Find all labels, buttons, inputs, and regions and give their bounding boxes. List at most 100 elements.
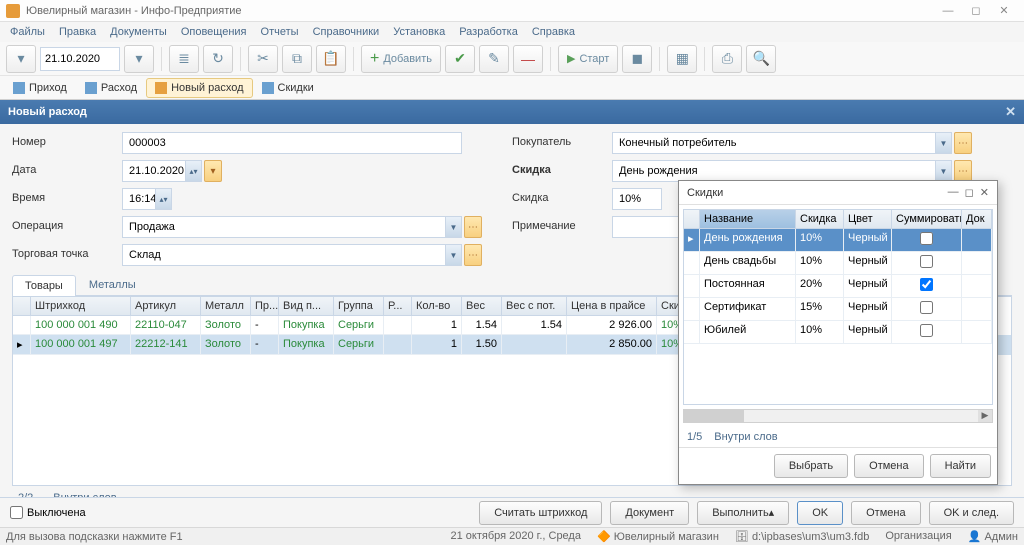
spinner-icon[interactable]: ▴▾ (185, 161, 201, 181)
chevron-down-icon[interactable]: ▼ (935, 133, 951, 153)
tab-prihod[interactable]: Приход (4, 78, 76, 98)
start-button[interactable]: ▶Старт (558, 45, 618, 73)
lookup-button[interactable]: ⋯ (954, 132, 972, 154)
tab-new-rashod[interactable]: Новый расход (146, 78, 252, 98)
status-hint: Для вызова подсказки нажмите F1 (6, 531, 183, 543)
status-date: 21 октября 2020 г., Среда (450, 530, 581, 543)
sum-checkbox[interactable] (920, 301, 933, 314)
lookup-button[interactable]: ⋯ (464, 244, 482, 266)
dialog-maximize-icon[interactable]: ◻ (965, 186, 974, 199)
menu-refs[interactable]: Справочники (313, 26, 380, 38)
cut-icon[interactable]: ✂ (248, 45, 278, 73)
close-button[interactable]: ✕ (990, 2, 1018, 20)
form-close-icon[interactable]: ✕ (1005, 104, 1016, 120)
dialog-footer: 1/5 Внутри слов (679, 427, 997, 447)
status-org: Организация (885, 530, 951, 543)
execute-button[interactable]: Выполнить ▴ (697, 501, 789, 525)
sum-checkbox[interactable] (920, 232, 933, 245)
delete-icon[interactable]: — (513, 45, 543, 73)
add-button[interactable]: +Добавить (361, 45, 441, 73)
tab-rashod[interactable]: Расход (76, 78, 146, 98)
label-buyer: Покупатель (512, 132, 602, 154)
field-operation[interactable]: Продажа▼ (122, 216, 462, 238)
sum-checkbox[interactable] (920, 278, 933, 291)
menu-dev[interactable]: Разработка (459, 26, 518, 38)
search-icon[interactable]: 🔍 (746, 45, 776, 73)
chevron-down-icon[interactable]: ▼ (445, 245, 461, 265)
apply-icon[interactable]: ✔ (445, 45, 475, 73)
read-barcode-button[interactable]: Считать штрихкод (479, 501, 602, 525)
refresh-icon[interactable]: ↻ (203, 45, 233, 73)
menu-alerts[interactable]: Оповещения (181, 26, 247, 38)
menu-docs[interactable]: Документы (110, 26, 167, 38)
cancel-button[interactable]: Отмена (851, 501, 920, 525)
spinner-icon[interactable]: ▴▾ (155, 189, 171, 209)
find-button[interactable]: Найти (930, 454, 991, 478)
filter-icon[interactable]: ▾ (6, 45, 36, 73)
sum-checkbox[interactable] (920, 324, 933, 337)
document-tabs: Приход Расход Новый расход Скидки (0, 76, 1024, 100)
dialog-row[interactable]: Постоянная20%Черный (684, 275, 992, 298)
field-date[interactable]: 21.10.2020▴▾ (122, 160, 202, 182)
col-article[interactable]: Артикул (131, 297, 201, 316)
minimize-button[interactable]: — (934, 2, 962, 20)
dialog-position: 1/5 (687, 431, 702, 443)
tab-icon (85, 82, 97, 94)
ok-next-button[interactable]: OK и след. (929, 501, 1014, 525)
maximize-button[interactable]: ◻ (962, 2, 990, 20)
status-user: 👤 Админ (968, 530, 1018, 543)
window-titlebar: Ювелирный магазин - Инфо-Предприятие — ◻… (0, 0, 1024, 22)
sum-checkbox[interactable] (920, 255, 933, 268)
tab-icon (155, 82, 167, 94)
tab-goods[interactable]: Товары (12, 275, 76, 296)
menu-files[interactable]: Файлы (10, 26, 45, 38)
calc-icon[interactable]: ▦ (667, 45, 697, 73)
app-icon (6, 4, 20, 18)
dialog-row[interactable]: День свадьбы10%Черный (684, 252, 992, 275)
dialog-titlebar: Скидки — ◻ ✕ (679, 181, 997, 205)
chevron-down-icon[interactable]: ▼ (445, 217, 461, 237)
lookup-button[interactable]: ⋯ (954, 160, 972, 182)
dialog-grid: Название Скидка Цвет Суммировать Док ▸ Д… (683, 209, 993, 405)
ok-button[interactable]: OK (797, 501, 843, 525)
toolbar-date[interactable]: 21.10.2020 (40, 47, 120, 71)
field-buyer[interactable]: Конечный потребитель▼ (612, 132, 952, 154)
print-icon[interactable]: ⎙ (712, 45, 742, 73)
field-time[interactable]: 16:14▴▾ (122, 188, 172, 210)
label-operation: Операция (12, 216, 112, 238)
dialog-row[interactable]: ▸ День рождения 10% Черный (684, 229, 992, 252)
dialog-cancel-button[interactable]: Отмена (854, 454, 923, 478)
menu-setup[interactable]: Установка (393, 26, 445, 38)
dialog-grid-header: Название Скидка Цвет Суммировать Док (684, 210, 992, 229)
field-point[interactable]: Склад▼ (122, 244, 462, 266)
date-picker-button[interactable]: ▾ (204, 160, 222, 182)
select-button[interactable]: Выбрать (774, 454, 848, 478)
lookup-button[interactable]: ⋯ (464, 216, 482, 238)
dropdown-icon[interactable]: ▾ (124, 45, 154, 73)
col-barcode[interactable]: Штрихкод (31, 297, 131, 316)
menu-reports[interactable]: Отчеты (261, 26, 299, 38)
off-checkbox[interactable]: Выключена (10, 506, 86, 519)
field-number[interactable]: 000003 (122, 132, 462, 154)
dialog-row[interactable]: Юбилей10%Черный (684, 321, 992, 344)
tab-metals[interactable]: Металлы (76, 274, 149, 295)
paste-icon[interactable]: 📋 (316, 45, 346, 73)
status-bar: Для вызова подсказки нажмите F1 21 октяб… (0, 527, 1024, 545)
dialog-hscrollbar[interactable]: ▶ (683, 409, 993, 423)
chevron-down-icon[interactable]: ▼ (935, 161, 951, 181)
dialog-buttons: Выбрать Отмена Найти (679, 447, 997, 484)
document-button[interactable]: Документ (610, 501, 689, 525)
dialog-minimize-icon[interactable]: — (948, 186, 959, 199)
stop-icon[interactable]: ◼ (622, 45, 652, 73)
field-discount[interactable]: День рождения▼ (612, 160, 952, 182)
tab-discounts[interactable]: Скидки (253, 78, 323, 98)
dialog-row[interactable]: Сертификат15%Черный (684, 298, 992, 321)
field-discount-pct[interactable]: 10% (612, 188, 662, 210)
copy-icon[interactable]: ⧉ (282, 45, 312, 73)
menu-edit[interactable]: Правка (59, 26, 96, 38)
menu-help[interactable]: Справка (532, 26, 575, 38)
bars-icon[interactable]: ≣ (169, 45, 199, 73)
edit-icon[interactable]: ✎ (479, 45, 509, 73)
dialog-close-icon[interactable]: ✕ (980, 186, 989, 199)
col-metal[interactable]: Металл (201, 297, 251, 316)
